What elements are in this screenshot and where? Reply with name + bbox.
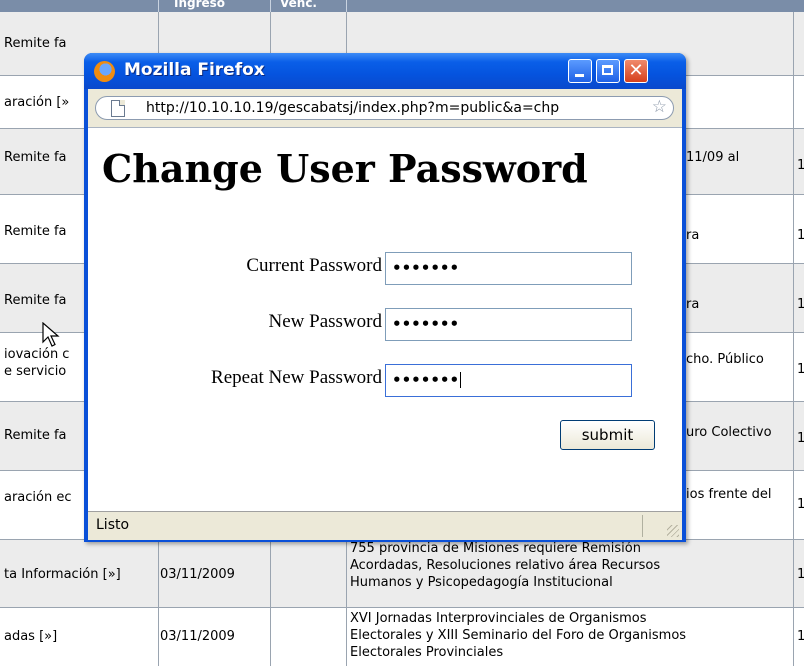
- row-cell: Remite fa: [4, 36, 67, 51]
- submit-button[interactable]: submit: [560, 420, 655, 450]
- row-cell: cho. Público: [686, 352, 764, 367]
- firefox-logo-icon: [94, 61, 115, 82]
- row-cell: Remite fa: [4, 293, 67, 308]
- row-cell: 1: [797, 227, 804, 244]
- repeat-password-label: Repeat New Password: [211, 367, 382, 388]
- header-ingreso: Ingreso: [174, 0, 226, 10]
- current-password-field[interactable]: •••••••: [385, 252, 632, 285]
- new-password-field[interactable]: •••••••: [385, 308, 632, 341]
- row-cell: 1: [797, 629, 804, 644]
- status-text: Listo: [96, 517, 130, 533]
- current-password-label: Current Password: [246, 255, 382, 276]
- row-cell: 1: [797, 566, 804, 583]
- status-divider: [642, 515, 643, 537]
- row-cell: ra: [686, 228, 700, 243]
- repeat-password-value: •••••••: [392, 371, 460, 389]
- row-cell: 755 provincia de Misiones requiere Remis…: [350, 541, 641, 556]
- row-cell: Electorales y XIII Seminario del Foro de…: [350, 628, 687, 643]
- row-cell: iovación c: [4, 347, 70, 362]
- close-button[interactable]: ✕: [624, 59, 648, 83]
- repeat-password-field[interactable]: •••••••: [385, 364, 632, 397]
- row-cell: 1: [797, 496, 804, 513]
- title-bar[interactable]: Mozilla Firefox ✕: [84, 53, 686, 89]
- row-cell: 1: [797, 157, 804, 174]
- row-cell: Remite fa: [4, 428, 67, 443]
- header-venc: Venc.: [280, 0, 317, 10]
- row-cell: ta Información [»]: [4, 567, 121, 582]
- row-cell: Electorales Provinciales: [350, 645, 504, 660]
- row-cell: Acordadas, Resoluciones relativo área Re…: [350, 558, 661, 573]
- window-title: Mozilla Firefox: [124, 60, 265, 80]
- url-text[interactable]: http://10.10.10.19/gescabatsj/index.php?…: [146, 100, 646, 116]
- row-cell: adas [»]: [4, 629, 58, 644]
- close-icon: ✕: [628, 60, 644, 81]
- header-separator: [346, 0, 347, 12]
- row-cell: 1: [797, 296, 804, 313]
- row-cell: XVI Jornadas Interprovinciales de Organi…: [350, 611, 647, 626]
- row-cell: Remite fa: [4, 150, 67, 165]
- table-row[interactable]: ta Información [»] 03/11/2009 755 provin…: [0, 540, 804, 608]
- header-separator: [158, 0, 159, 12]
- url-field[interactable]: http://10.10.10.19/gescabatsj/index.php?…: [95, 96, 674, 120]
- status-bar: Listo: [88, 511, 682, 540]
- firefox-popup-window[interactable]: Mozilla Firefox ✕ http://10.10.10.19/ges…: [84, 53, 686, 542]
- row-cell: 03/11/2009: [160, 567, 235, 582]
- row-cell: 03/11/2009: [160, 629, 235, 644]
- header-separator: [270, 0, 271, 12]
- row-cell: ra: [686, 297, 700, 312]
- new-password-value: •••••••: [392, 315, 460, 333]
- maximize-button[interactable]: [596, 59, 620, 83]
- location-bar: http://10.10.10.19/gescabatsj/index.php?…: [88, 89, 682, 127]
- row-cell: aración [»: [4, 95, 70, 110]
- resize-grip-icon[interactable]: [667, 525, 679, 537]
- page-content: Change User Password Current Password ••…: [88, 127, 682, 512]
- minimize-icon: [575, 74, 584, 77]
- row-cell: 11/09 al: [686, 150, 740, 165]
- row-cell: 1: [797, 361, 804, 378]
- table-row[interactable]: adas [»] 03/11/2009 XVI Jornadas Interpr…: [0, 608, 804, 666]
- text-caret: [460, 372, 462, 388]
- column-divider: [793, 12, 794, 666]
- minimize-button[interactable]: [568, 59, 592, 83]
- row-cell: ios frente del: [686, 487, 772, 502]
- page-icon: [111, 100, 125, 117]
- maximize-icon: [602, 65, 613, 75]
- mouse-pointer-icon: [42, 322, 60, 347]
- row-cell: uro Colectivo: [686, 425, 772, 440]
- page-title: Change User Password: [102, 146, 588, 191]
- new-password-label: New Password: [268, 311, 382, 332]
- table-header: Ingreso Venc.: [0, 0, 804, 12]
- row-cell: Remite fa: [4, 224, 67, 239]
- row-cell: Humanos y Psicopedagogía Institucional: [350, 575, 613, 590]
- row-cell: aración ec: [4, 490, 72, 505]
- row-cell: 1: [797, 430, 804, 447]
- current-password-value: •••••••: [392, 259, 460, 277]
- row-cell: e servicio: [4, 364, 67, 379]
- star-icon[interactable]: ☆: [652, 97, 667, 117]
